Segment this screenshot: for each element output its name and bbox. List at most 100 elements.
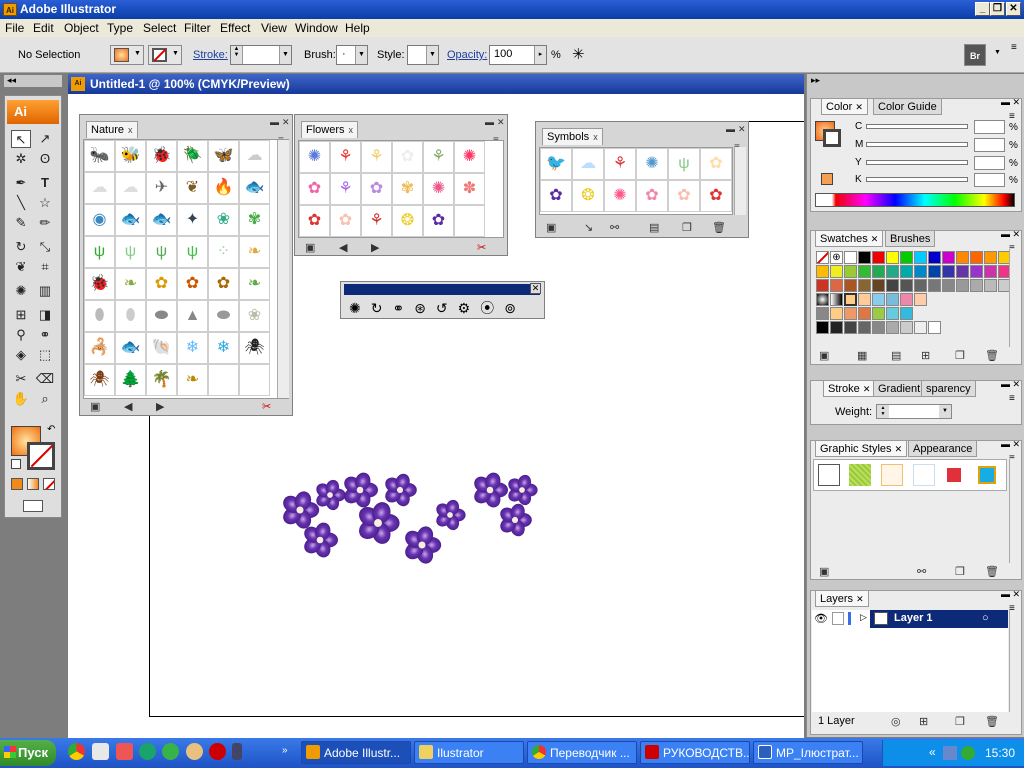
stroke-color-dropdown[interactable]: ▼	[148, 45, 182, 65]
place-symbol-icon[interactable]: ↘	[584, 221, 593, 234]
gerbera-symbol[interactable]: ✺	[604, 180, 636, 212]
scrollbar[interactable]	[1009, 610, 1021, 712]
grass-symbol[interactable]: ψ	[84, 236, 115, 268]
camellia-symbol[interactable]: ✿	[330, 205, 361, 237]
lock-toggle[interactable]	[832, 612, 844, 625]
opacity-field[interactable]: 100 ▸	[489, 45, 547, 65]
panel-menu-icon[interactable]: ≡	[1011, 42, 1017, 53]
color-swatch[interactable]	[858, 307, 871, 320]
stroke-color-swatch[interactable]	[823, 129, 841, 147]
magenta-field[interactable]	[974, 138, 1005, 152]
symbol-sprayer-tool-icon[interactable]: ✺	[11, 282, 31, 300]
gradient-tool-icon[interactable]: ◨	[35, 306, 55, 324]
rock-symbol[interactable]: ▲	[177, 300, 208, 332]
tree-symbol[interactable]: 🌲	[115, 364, 146, 396]
blossom-symbol[interactable]: ✿	[700, 148, 732, 180]
make-clipping-mask-icon[interactable]: ◎	[891, 715, 901, 728]
style-green[interactable]	[849, 464, 871, 486]
fire-symbol[interactable]: 🔥	[208, 172, 239, 204]
minimize-panel-icon[interactable]: ▬	[726, 124, 735, 134]
panel-menu-icon[interactable]: ≡	[1009, 393, 1015, 404]
scorpion-symbol[interactable]: 🦂	[84, 332, 115, 364]
chevron-right-icon[interactable]: ▸	[534, 46, 546, 64]
show-kinds-icon[interactable]: ▦	[857, 349, 867, 362]
color-swatch[interactable]	[816, 321, 829, 334]
quicklaunch-icon[interactable]	[186, 743, 203, 760]
new-color-group-icon[interactable]: ⊞	[921, 349, 930, 362]
color-swatch[interactable]	[886, 279, 899, 292]
swatch-options-icon[interactable]: ▤	[891, 349, 901, 362]
tab-gradient[interactable]: Gradient	[873, 380, 926, 397]
hand-tool-icon[interactable]: ✋	[11, 390, 31, 408]
close-icon[interactable]: ✕	[1006, 2, 1021, 16]
last-color-swatch[interactable]	[821, 173, 833, 185]
symbol-options-icon[interactable]: ▤	[649, 221, 659, 234]
color-swatch[interactable]	[830, 265, 843, 278]
pen-tool-icon[interactable]: ✒	[11, 174, 31, 192]
cloud-symbol[interactable]: ☁	[239, 140, 270, 172]
color-swatch[interactable]	[830, 321, 843, 334]
menu-type[interactable]: Type	[107, 21, 133, 35]
quicklaunch-icon[interactable]	[232, 743, 242, 760]
mesh-tool-icon[interactable]: ⊞	[11, 306, 31, 324]
blend-tool-icon[interactable]: ⚭	[35, 326, 55, 344]
previous-library-icon[interactable]: ◀	[124, 400, 132, 413]
color-swatch[interactable]	[942, 251, 955, 264]
rock-symbol[interactable]: ⬮	[84, 300, 115, 332]
minimize-panel-icon[interactable]: ▬ ✕	[1001, 439, 1020, 450]
magenta-slider[interactable]	[866, 142, 968, 147]
orchid-symbol[interactable]: ✾	[392, 173, 423, 205]
swatch-libraries-icon[interactable]: ▣	[819, 349, 829, 362]
rose-bouquet-symbol[interactable]: ✿	[700, 180, 732, 212]
tab-nature[interactable]: Nature x	[86, 121, 138, 138]
paintbrush-tool-icon[interactable]: ✎	[11, 214, 31, 232]
new-symbol-icon[interactable]: ❐	[682, 221, 692, 234]
color-swatch[interactable]	[844, 279, 857, 292]
none-mode-icon[interactable]	[43, 478, 55, 490]
gerbera-symbol[interactable]: ✺	[454, 141, 485, 173]
scrollbar[interactable]	[734, 147, 746, 215]
scrollbar[interactable]	[1009, 459, 1021, 563]
bird-symbol[interactable]: 🐦	[540, 148, 572, 180]
taskbar-item-translator[interactable]: Переводчик ...	[527, 741, 637, 764]
color-swatch[interactable]	[914, 265, 927, 278]
zoom-tool-icon[interactable]: ⌕	[35, 390, 55, 408]
live-paint-selection-icon[interactable]: ⬚	[35, 346, 55, 364]
rock-symbol[interactable]: ❀	[239, 300, 270, 332]
tab-appearance[interactable]: Appearance	[908, 440, 978, 457]
aster-symbol[interactable]: ✺	[299, 141, 330, 173]
trees-symbol[interactable]: 🌴	[146, 364, 177, 396]
minimize-panel-icon[interactable]: ▬ ✕	[1001, 589, 1020, 600]
layer-name[interactable]: Layer 1	[894, 612, 933, 624]
color-swatch[interactable]	[914, 293, 927, 306]
bee-symbol[interactable]: 🐝	[115, 140, 146, 172]
grass-symbol[interactable]: ❀	[208, 204, 239, 236]
color-swatch[interactable]	[816, 265, 829, 278]
expand-triangle-icon[interactable]: ▷	[860, 612, 867, 623]
color-swatch[interactable]	[970, 265, 983, 278]
color-swatch[interactable]	[816, 279, 829, 292]
chrome-icon[interactable]	[68, 743, 85, 760]
tab-layers[interactable]: Layers ✕	[815, 590, 869, 607]
style-cyan[interactable]	[978, 466, 996, 484]
direct-selection-tool-icon[interactable]: ↗	[35, 130, 55, 148]
color-mode-icon[interactable]	[11, 478, 23, 490]
color-swatch[interactable]	[816, 293, 829, 306]
toolbox-header[interactable]: ◂◂	[4, 75, 62, 87]
scale-tool-icon[interactable]: ⤡	[35, 238, 55, 256]
bud-symbol[interactable]: ⚘	[423, 141, 454, 173]
bridge-button[interactable]: Br	[964, 44, 986, 66]
free-transform-tool-icon[interactable]: ⌗	[35, 258, 55, 276]
color-swatch[interactable]	[830, 293, 843, 306]
live-paint-tool-icon[interactable]: ◈	[11, 346, 31, 364]
leaf-symbol[interactable]: ✿	[146, 268, 177, 300]
stroke-weight-field[interactable]: ▲ ▼ ▼	[230, 45, 292, 65]
eye-icon[interactable]: 👁	[814, 612, 828, 625]
color-swatch[interactable]	[900, 307, 913, 320]
trash-icon[interactable]: 🗑	[985, 565, 999, 578]
fish-symbol[interactable]: 🐟	[146, 204, 177, 236]
screen-mode-icon[interactable]	[23, 500, 43, 512]
color-swatch[interactable]	[956, 251, 969, 264]
color-swatch[interactable]	[956, 279, 969, 292]
color-swatch[interactable]	[900, 279, 913, 292]
